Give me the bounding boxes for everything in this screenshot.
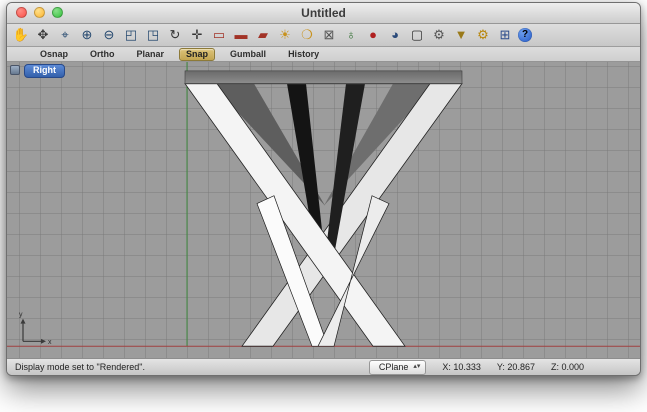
shaded-display-icon[interactable]: ▬ <box>232 26 250 44</box>
axes-widget: x y <box>19 312 52 346</box>
status-message: Display mode set to "Rendered". <box>15 362 145 372</box>
main-toolbar: ✋ ✥ ⌖ ⊕ ⊖ ◰ ◳ ↻ ✛ ▭ ▬ ▰ ☀ ❍ ⊠ ♁ ● ◕ ▢ ⚙ … <box>7 24 640 47</box>
title-bar: Untitled <box>7 3 640 24</box>
filter-icon[interactable]: ▼ <box>452 26 470 44</box>
wireframe-display-icon[interactable]: ▭ <box>210 26 228 44</box>
table-top <box>184 70 463 84</box>
ortho-button[interactable]: Ortho <box>83 48 122 61</box>
traffic-lights <box>16 7 63 18</box>
rotate-view-icon[interactable]: ↻ <box>166 26 184 44</box>
viewport-render: x y <box>7 62 640 347</box>
render-sphere-icon[interactable]: ● <box>364 26 382 44</box>
table-leg-front-left <box>256 195 329 347</box>
cplane-dropdown[interactable]: CPlane ▴▾ <box>368 359 427 375</box>
coordinate-y: Y: 20.867 <box>496 362 535 372</box>
pan-hand-icon[interactable]: ✋ <box>12 26 30 44</box>
minimize-button[interactable] <box>34 7 45 18</box>
zoom-button[interactable] <box>52 7 63 18</box>
mode-bar: Osnap Ortho Planar Snap Gumball History <box>7 47 640 62</box>
help-icon[interactable]: ? <box>518 28 532 42</box>
snap-button[interactable]: Snap <box>179 47 216 61</box>
lamp-icon[interactable]: ❍ <box>298 26 316 44</box>
y-axis-label: y <box>19 312 23 319</box>
gumball-widget-icon[interactable]: ⊞ <box>496 26 514 44</box>
status-right-cluster: CPlane ▴▾ X: 10.333 Y: 20.867 Z: 0.000 <box>368 359 584 375</box>
x-axis-label: x <box>48 339 52 346</box>
material-sphere-icon[interactable]: ◕ <box>386 26 404 44</box>
zoom-window-icon[interactable]: ◰ <box>122 26 140 44</box>
table-leg-cross-right <box>241 83 463 347</box>
table-leg-cross-left <box>184 83 406 347</box>
table-top-edge <box>185 83 462 85</box>
monitor-icon[interactable]: ▢ <box>408 26 426 44</box>
window-title: Untitled <box>301 6 346 20</box>
zoom-dynamic-icon[interactable]: ⌖ <box>56 26 74 44</box>
options-gears-icon[interactable]: ⚙ <box>474 26 492 44</box>
coordinate-z: Z: 0.000 <box>550 362 584 372</box>
dropdown-arrows-icon: ▴▾ <box>413 363 421 370</box>
lights-icon[interactable]: ☀ <box>276 26 294 44</box>
move-icon[interactable]: ✥ <box>34 26 52 44</box>
table-leg-far-left <box>211 83 325 206</box>
viewport-canvas[interactable]: x y Right <box>7 62 640 358</box>
cplane-label: CPlane <box>378 362 409 372</box>
planar-button[interactable]: Planar <box>130 48 172 61</box>
history-button[interactable]: History <box>281 48 326 61</box>
zoom-extents-icon[interactable]: ◳ <box>144 26 162 44</box>
viewport-title-tab[interactable]: Right <box>24 64 65 78</box>
lock-icon[interactable]: ⊠ <box>320 26 338 44</box>
rendered-display-icon[interactable]: ▰ <box>254 26 272 44</box>
close-button[interactable] <box>16 7 27 18</box>
app-window: Untitled ✋ ✥ ⌖ ⊕ ⊖ ◰ ◳ ↻ ✛ ▭ ▬ ▰ ☀ ❍ ⊠ ♁… <box>6 2 641 376</box>
table-leg-center-dark-right <box>324 83 365 267</box>
osnap-button[interactable]: Osnap <box>33 48 75 61</box>
coordinate-x: X: 10.333 <box>442 362 481 372</box>
gumball-button[interactable]: Gumball <box>223 48 273 61</box>
earth-icon[interactable]: ♁ <box>342 26 360 44</box>
table-leg-center-dark-left <box>287 83 326 267</box>
zoom-in-icon[interactable]: ⊕ <box>78 26 96 44</box>
status-bar: Display mode set to "Rendered". CPlane ▴… <box>7 358 640 375</box>
pan-view-icon[interactable]: ✛ <box>188 26 206 44</box>
table-leg-far-right <box>324 83 436 206</box>
gear-icon[interactable]: ⚙ <box>430 26 448 44</box>
table-leg-front-right <box>317 195 390 347</box>
zoom-out-icon[interactable]: ⊖ <box>100 26 118 44</box>
viewport-menu-icon[interactable] <box>10 65 20 75</box>
